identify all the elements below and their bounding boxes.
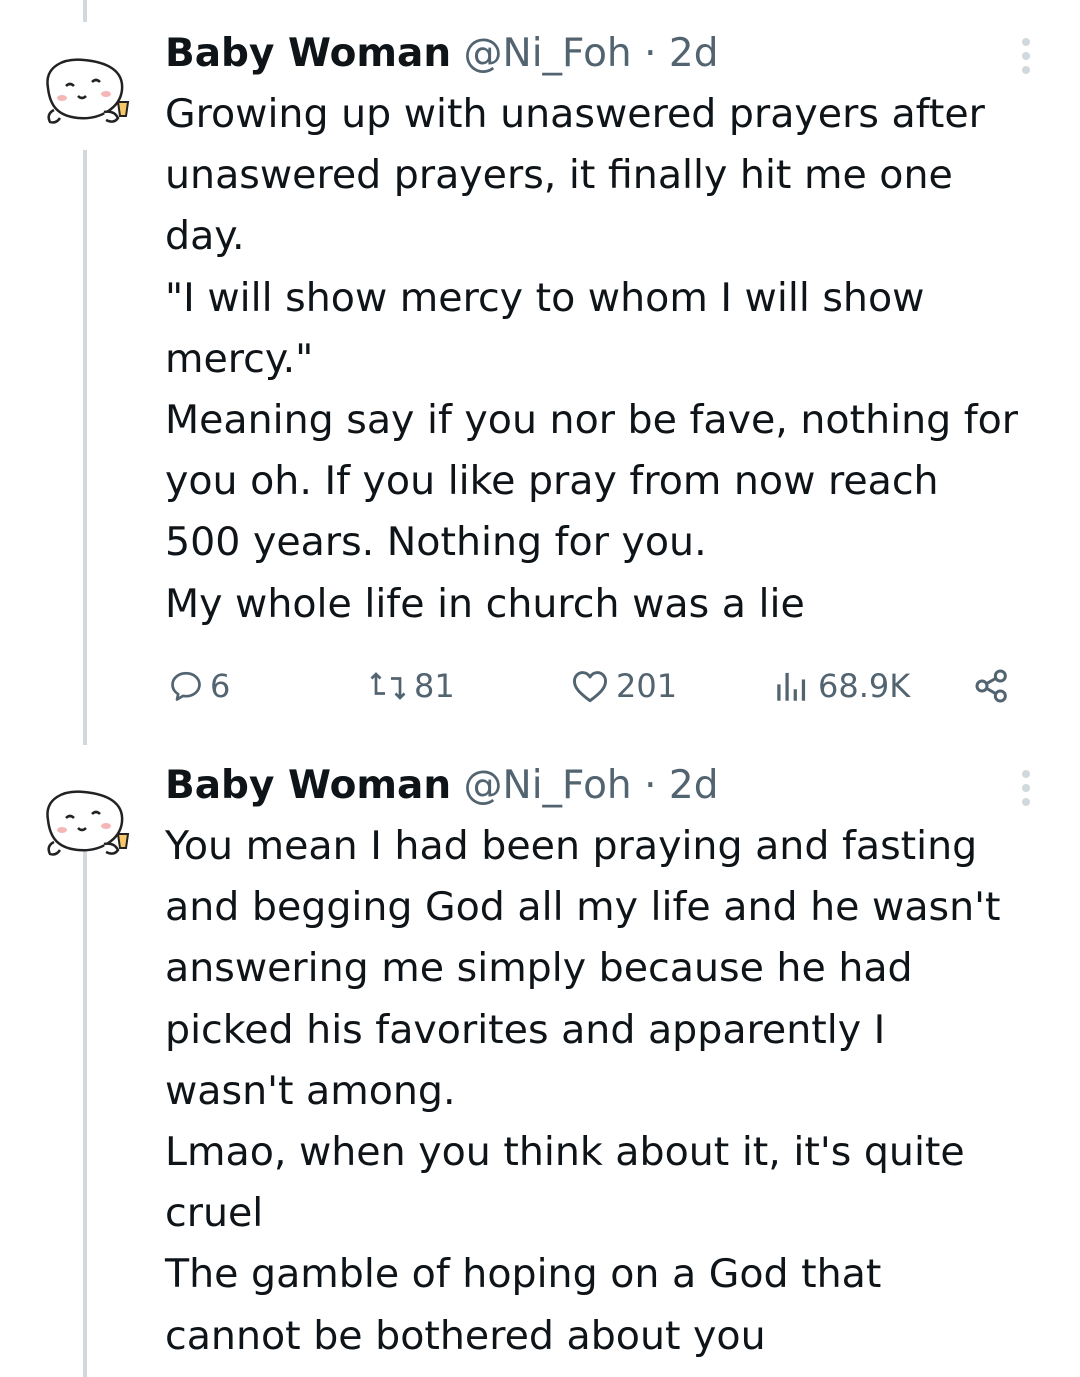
tweet-text-line: answering me simply because he had (165, 945, 913, 992)
meta-separator: · (644, 31, 657, 76)
share-button[interactable] (972, 660, 1012, 712)
repost-icon (368, 668, 408, 704)
tweet-text-line: unaswered prayers, it finally hit me one (165, 152, 953, 199)
tweet-text-line: Meaning say if you nor be fave, nothing … (165, 397, 1019, 444)
repost-count: 81 (414, 667, 455, 705)
author-handle[interactable]: @Ni_Foh (464, 31, 632, 76)
reply-count: 6 (210, 667, 231, 705)
tweet-text-line: The gamble of hoping on a God that (165, 1251, 882, 1298)
tweet-time[interactable]: 2d (669, 763, 719, 808)
author-name[interactable]: Baby Woman (165, 763, 451, 808)
like-button[interactable]: 201 (570, 660, 677, 712)
tweet-text-line: cannot be bothered about you (165, 1312, 766, 1359)
tweet-header: Baby Woman @Ni_Foh · 2d (165, 28, 718, 80)
meta-separator: · (644, 763, 657, 808)
tweet-text-line: "I will show mercy to whom I will show (165, 274, 925, 321)
tweet-text-line: picked his favorites and apparently I (165, 1006, 886, 1053)
avatar-icon[interactable] (34, 780, 138, 860)
tweet-text: You mean I had been praying and fasting … (165, 816, 1065, 1367)
tweet[interactable]: Baby Woman @Ni_Foh · 2d You mean I had b… (0, 760, 1080, 1377)
tweet-time[interactable]: 2d (669, 31, 719, 76)
avatar-icon[interactable] (34, 48, 138, 128)
author-handle[interactable]: @Ni_Foh (464, 763, 632, 808)
more-icon[interactable] (1012, 36, 1040, 76)
reply-icon (168, 668, 204, 704)
tweet-text-line: wasn't among. (165, 1067, 456, 1114)
tweet-text: Growing up with unaswered prayers after … (165, 84, 1065, 635)
author-name[interactable]: Baby Woman (165, 31, 451, 76)
tweet-text-line: Growing up with unaswered prayers after (165, 91, 985, 137)
tweet-text-line: You mean I had been praying and fasting (165, 823, 978, 869)
tweet-actions: 6 81 201 68.9K (0, 660, 1080, 712)
tweet-text-line: and begging God all my life and he wasn'… (165, 884, 1001, 931)
like-count: 201 (616, 667, 678, 705)
tweet-text-line: 500 years. Nothing for you. (165, 519, 707, 566)
share-icon (972, 666, 1012, 706)
tweet-text-line: Lmao, when you think about it, it's quit… (165, 1129, 965, 1176)
thread-line-top (83, 0, 87, 22)
tweet-text-line: mercy." (165, 335, 314, 382)
more-icon[interactable] (1012, 768, 1040, 808)
tweet-text-line: My whole life in church was a lie (165, 580, 805, 627)
views-icon (772, 668, 812, 704)
views-count: 68.9K (818, 667, 911, 705)
views-button[interactable]: 68.9K (772, 660, 910, 712)
tweet-text-line: you oh. If you like pray from now reach (165, 458, 939, 505)
tweet-text-line: day. (165, 213, 245, 260)
tweet-header: Baby Woman @Ni_Foh · 2d (165, 760, 718, 812)
tweet[interactable]: Baby Woman @Ni_Foh · 2d Growing up with … (0, 28, 1080, 728)
reply-button[interactable]: 6 (168, 660, 230, 712)
like-icon (570, 668, 610, 704)
repost-button[interactable]: 81 (368, 660, 455, 712)
tweet-text-line: cruel (165, 1190, 264, 1237)
